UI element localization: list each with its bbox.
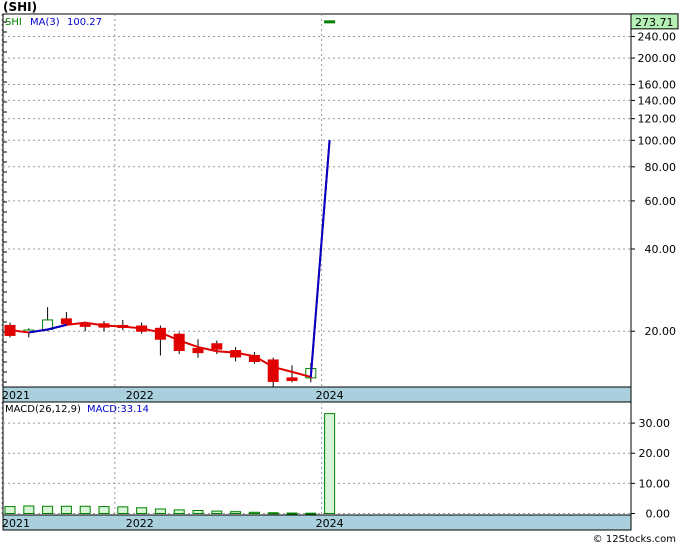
- macd-bar: [23, 505, 35, 514]
- macd-bar: [286, 512, 298, 515]
- candle-body: [324, 20, 336, 24]
- macd-grid: [1, 402, 631, 515]
- macd-bar: [324, 413, 336, 514]
- price-tick-label: 40.00: [645, 243, 677, 256]
- price-tick-label: 200.00: [638, 52, 677, 65]
- macd-panel-frame: [2, 401, 632, 531]
- macd-bar: [305, 512, 317, 515]
- credit-text: © 12Stocks.com: [592, 534, 676, 545]
- macd-y-axis: 0.00 10.00 20.00 30.00: [631, 417, 670, 520]
- macd-bar: [42, 505, 54, 514]
- price-tick-label: 120.00: [638, 113, 677, 126]
- price-tick-label: 160.00: [638, 79, 677, 92]
- legend-ma-value: 100.27: [67, 17, 102, 28]
- ma-line-rising: [309, 139, 331, 378]
- candle-body: [79, 323, 91, 327]
- macd-bar: [211, 510, 223, 514]
- macd-bar: [79, 505, 91, 514]
- legend-ma-label: MA(3): [30, 17, 60, 28]
- price-panel-frame: [2, 13, 632, 403]
- macd-x-label: 2021: [2, 517, 30, 530]
- macd-legend-label: MACD(26,12,9): [5, 404, 81, 415]
- price-grid: [1, 14, 631, 387]
- macd-bar: [60, 505, 72, 514]
- price-x-label: 2024: [316, 389, 344, 402]
- price-tick-label: 140.00: [638, 94, 677, 107]
- legend-ticker: SHI: [5, 17, 22, 28]
- price-tick-label: 60.00: [645, 195, 677, 208]
- candle-body: [60, 318, 72, 325]
- price-tick-label: 80.00: [645, 161, 677, 174]
- macd-series: [4, 413, 336, 515]
- macd-legend-value: MACD:33.14: [87, 404, 149, 415]
- macd-tick-label: 30.00: [639, 417, 671, 430]
- price-series: [4, 20, 336, 387]
- ma-line: [9, 139, 331, 379]
- macd-bar: [230, 511, 242, 514]
- macd-tick-label: 0.00: [646, 507, 671, 520]
- price-tick-label: 100.00: [638, 134, 677, 147]
- macd-x-label: 2024: [316, 517, 344, 530]
- macd-tick-label: 20.00: [639, 447, 671, 460]
- candle-body: [286, 377, 298, 382]
- macd-bar: [248, 511, 260, 514]
- macd-tick-label: 10.00: [639, 477, 671, 490]
- candle-body: [211, 343, 223, 350]
- macd-bar: [173, 509, 185, 514]
- macd-bar: [98, 506, 110, 514]
- price-tick-label: 20.00: [645, 325, 677, 338]
- last-price-label: 273.71: [635, 16, 674, 29]
- macd-bar: [117, 506, 129, 514]
- macd-bar: [192, 509, 204, 514]
- candle-body: [267, 359, 279, 382]
- candle-body: [192, 347, 204, 354]
- price-x-label: 2021: [2, 389, 30, 402]
- macd-bar: [4, 506, 16, 514]
- macd-x-label: 2022: [126, 517, 154, 530]
- price-y-axis: 20.00 40.00 60.00 80.00 100.00 120.00 140.00 16…: [631, 30, 676, 338]
- price-x-label: 2022: [126, 389, 154, 402]
- chart-canvas: 20.00 40.00 60.00 80.00 100.00 120.00 140.00 16…: [1, 13, 679, 531]
- price-tick-label: 240.00: [638, 30, 677, 43]
- macd-bar: [267, 512, 279, 515]
- macd-bar: [136, 507, 148, 514]
- macd-bar: [154, 508, 166, 514]
